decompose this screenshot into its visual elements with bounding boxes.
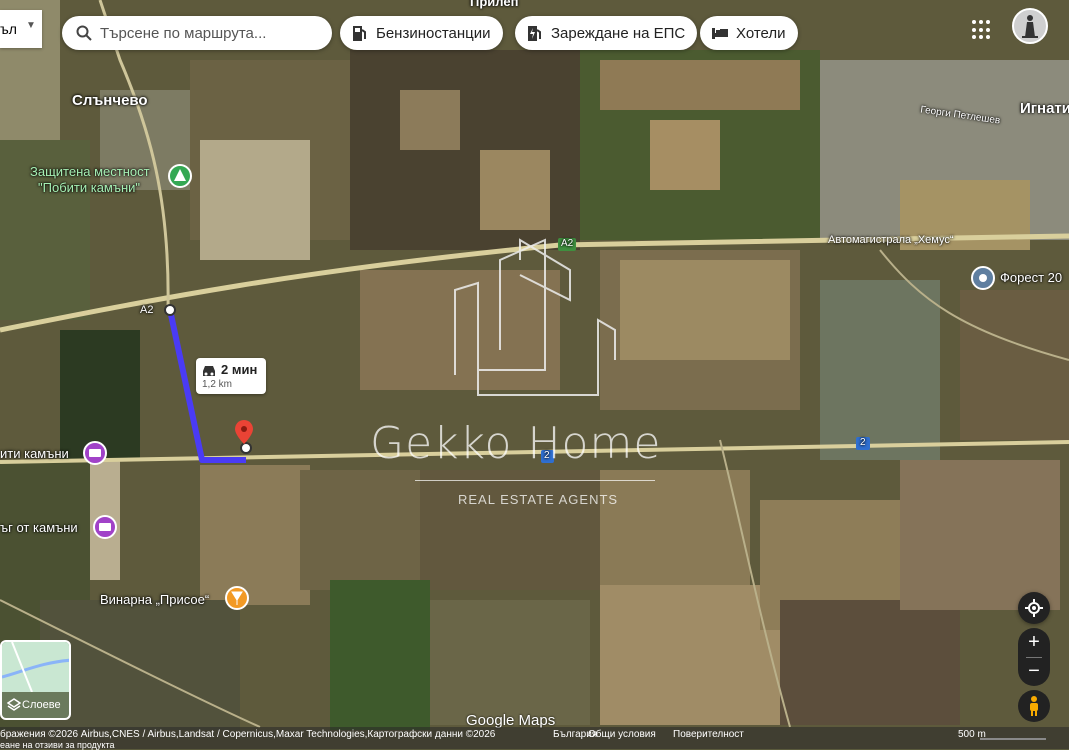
route-end-dot: [240, 442, 252, 454]
statue-avatar-icon: [1022, 15, 1038, 38]
chip-gas-stations-label: Бензиностанции: [376, 24, 491, 42]
layers-button[interactable]: Слоеве: [0, 640, 71, 720]
winery-label: Винарна „Присое“: [100, 592, 210, 607]
highway-label: Автомагистрала „Хемус“: [828, 234, 954, 246]
route-start-dot: [164, 304, 176, 316]
layers-dropdown-label: ъл: [0, 21, 17, 37]
footer-privacy-link[interactable]: Поверителност: [673, 729, 744, 740]
a2-left-label: A2: [140, 304, 154, 316]
watermark-brand: Gekko Home: [370, 418, 662, 469]
watermark-divider: [415, 480, 655, 481]
route-info-card[interactable]: 2 мин 1,2 km: [196, 358, 266, 394]
pegman-icon: [1030, 696, 1038, 716]
watermark-tagline: REAL ESTATE AGENTS: [458, 492, 619, 507]
protected-area-label-2: "Побити камъни": [38, 180, 141, 195]
ev-charging-icon: [525, 23, 545, 43]
layers-dropdown[interactable]: ъл ▼: [0, 10, 42, 48]
layers-button-label: Слоеве: [22, 699, 61, 711]
forest-poi-icon[interactable]: [971, 266, 995, 290]
town-label-slanchevo: Слънчево: [72, 92, 148, 109]
gas-station-icon: [350, 23, 370, 43]
winery-poi-icon[interactable]: [225, 586, 249, 610]
zoom-out-button[interactable]: −: [1018, 657, 1050, 686]
search-icon: [74, 23, 94, 43]
route-time: 2 мин: [221, 362, 258, 377]
a2-center-label: A2: [561, 238, 574, 249]
protected-area-label-1: Защитена местност: [30, 164, 150, 179]
search-placeholder: Търсене по маршрута...: [100, 24, 267, 42]
forest-label: Форест 20: [1000, 270, 1063, 285]
town-top-label: Прилеп: [470, 0, 519, 9]
layers-thumbnail: [2, 642, 69, 692]
apps-grid-icon[interactable]: [972, 20, 992, 40]
satellite-map[interactable]: [0, 0, 1069, 749]
footer-scale-label: 500 m: [958, 729, 986, 740]
chip-hotels-label: Хотели: [736, 24, 786, 42]
ignatievo-label: Игнати: [1020, 100, 1069, 117]
layers-icon: [7, 698, 21, 711]
attribution-text: бражения ©2026 Airbus,CNES / Airbus,Land…: [0, 729, 496, 740]
footer-terms-link[interactable]: Общи условия: [588, 729, 656, 740]
chip-ev-charging[interactable]: Зареждане на ЕПС: [515, 16, 698, 50]
kamani-left-label: ъг от камъни: [0, 520, 78, 535]
protected-area-poi-icon[interactable]: [168, 164, 192, 188]
my-location-button[interactable]: [1018, 592, 1050, 624]
road2-label: 2: [860, 437, 866, 448]
chevron-down-icon: ▼: [26, 20, 36, 31]
chip-gas-stations[interactable]: Бензиностанции: [340, 16, 503, 50]
chip-ev-charging-label: Зареждане на ЕПС: [551, 24, 686, 42]
pegman-button[interactable]: [1018, 690, 1050, 722]
route-distance: 1,2 km: [202, 379, 233, 390]
photo-poi-icon-2[interactable]: [93, 515, 117, 539]
chip-hotels[interactable]: Хотели: [700, 16, 798, 50]
zoom-in-button[interactable]: +: [1018, 628, 1050, 657]
pobiti-left-label: ити камъни: [0, 446, 69, 461]
my-location-icon: [1025, 599, 1043, 617]
photo-poi-icon-1[interactable]: [83, 441, 107, 465]
account-avatar[interactable]: [1012, 8, 1048, 44]
bed-icon: [710, 23, 730, 43]
search-input[interactable]: Търсене по маршрута...: [62, 16, 332, 50]
zoom-controls: + −: [1018, 628, 1050, 686]
car-icon: [203, 366, 215, 376]
